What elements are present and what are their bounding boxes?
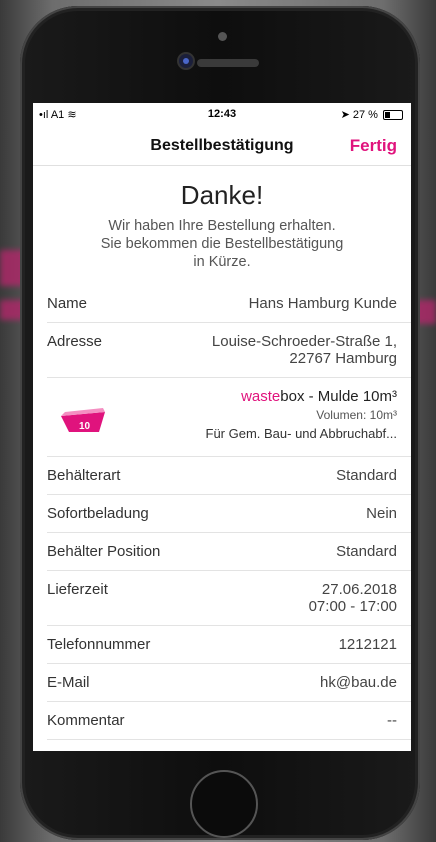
thanks-text: Wir haben Ihre Bestellung erhalten. Sie … xyxy=(63,217,381,271)
battery-percent: 27 % xyxy=(352,109,378,121)
status-bar: •ıl A1 ≋ 12:43 ➤ 27 % xyxy=(33,103,411,125)
contact-row: E-Mail hk@bau.de xyxy=(47,664,411,702)
row-value: 27.06.2018 07:00 - 17:00 xyxy=(309,581,397,615)
thanks-line: Wir haben Ihre Bestellung erhalten. xyxy=(108,218,336,234)
row-value: Standard xyxy=(336,543,397,560)
row-value: Louise-Schroeder-Straße 1, 22767 Hamburg xyxy=(212,333,397,367)
proximity-sensor xyxy=(218,32,227,41)
row-value: 1212121 xyxy=(338,636,397,653)
product-item: 10 wastebox - Mulde 10m³ Volumen: 10m³ F… xyxy=(47,378,411,457)
row-label: Name xyxy=(47,295,88,312)
contact-row: Telefonnummer 1212121 xyxy=(47,626,411,664)
detail-row: Behälter Position Standard xyxy=(47,533,411,571)
product-volume: Volumen: 10m³ xyxy=(316,408,397,422)
row-value: Hans Hamburg Kunde xyxy=(248,295,397,312)
address-line: 22767 Hamburg xyxy=(289,350,397,367)
row-label: E-Mail xyxy=(47,674,90,691)
phone-screen: •ıl A1 ≋ 12:43 ➤ 27 % Bestellbestätigung… xyxy=(33,103,411,751)
home-button[interactable] xyxy=(190,770,258,838)
row-value: hk@bau.de xyxy=(320,674,397,691)
delivery-row: Lieferzeit 27.06.2018 07:00 - 17:00 xyxy=(47,571,411,626)
order-details: Name Hans Hamburg Kunde Adresse Louise-S… xyxy=(33,285,411,740)
detail-row: Sofortbeladung Nein xyxy=(47,495,411,533)
battery-status: ➤ 27 % xyxy=(341,108,403,121)
address-line: Louise-Schroeder-Straße 1, xyxy=(211,333,397,350)
product-name: wastebox - Mulde 10m³ xyxy=(127,388,397,405)
row-value: Standard xyxy=(336,467,397,484)
product-info: wastebox - Mulde 10m³ Volumen: 10m³ Für … xyxy=(127,388,398,448)
detail-row: Behälterart Standard xyxy=(47,457,411,495)
row-label: Sofortbeladung xyxy=(47,505,149,522)
product-name-rest: box - Mulde 10m³ xyxy=(280,388,397,405)
name-row: Name Hans Hamburg Kunde xyxy=(47,285,411,323)
battery-icon xyxy=(383,110,403,121)
thanks-line: Sie bekommen die Bestellbestätigung xyxy=(100,236,344,252)
container-icon-number: 10 xyxy=(79,421,91,432)
row-label: Adresse xyxy=(47,333,103,350)
brand-name: waste xyxy=(241,388,281,405)
row-label: Kommentar xyxy=(47,712,125,729)
row-value: Nein xyxy=(366,505,397,522)
location-arrow-icon: ➤ xyxy=(340,109,350,121)
done-button[interactable]: Fertig xyxy=(350,136,397,156)
row-label: Behälterart xyxy=(47,467,121,484)
thanks-line: in Kürze. xyxy=(193,254,251,270)
navigation-bar: Bestellbestätigung Fertig xyxy=(33,125,411,166)
delivery-time: 07:00 - 17:00 xyxy=(308,598,397,615)
container-icon: 10 xyxy=(47,388,127,448)
front-camera xyxy=(179,54,193,68)
earpiece-speaker xyxy=(197,59,259,67)
row-label: Telefonnummer xyxy=(47,636,151,653)
thanks-heading: Danke! xyxy=(180,180,264,210)
address-row: Adresse Louise-Schroeder-Straße 1, 22767… xyxy=(47,323,411,378)
product-description: Für Gem. Bau- und Abbruchabf... xyxy=(205,426,398,441)
confirmation-message: Danke! Wir haben Ihre Bestellung erhalte… xyxy=(33,166,411,271)
row-value: -- xyxy=(387,712,397,729)
delivery-date: 27.06.2018 xyxy=(321,581,397,598)
row-label: Lieferzeit xyxy=(47,581,108,598)
row-label: Behälter Position xyxy=(47,543,161,560)
contact-row: Kommentar -- xyxy=(47,702,411,740)
